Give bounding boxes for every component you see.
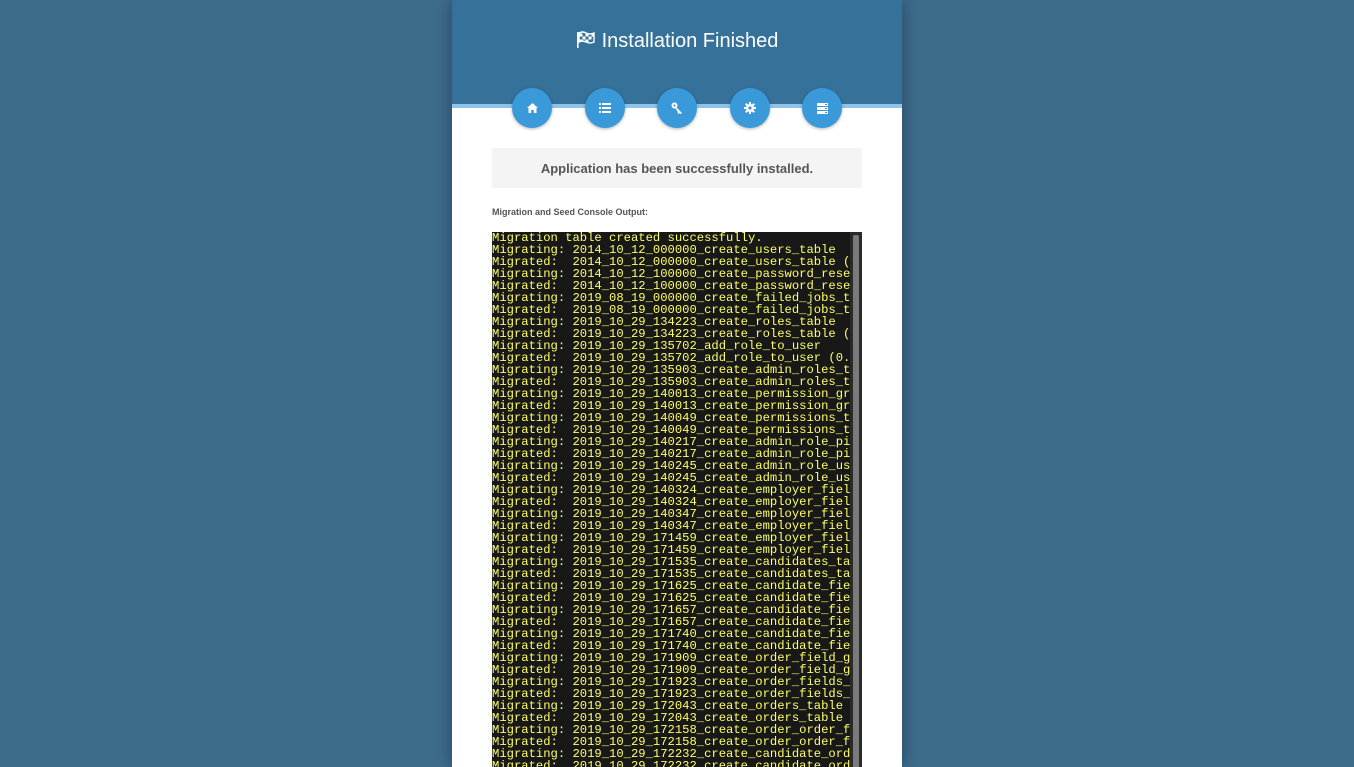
console-output-text: Migration table created successfully. Mig… — [492, 232, 850, 767]
console-line: Migrated: 2019_10_29_135903_create_admin… — [492, 376, 850, 388]
console-line: Migrated: 2014_10_12_100000_create_passw… — [492, 280, 850, 292]
console-line: Migrated: 2019_10_29_140324_create_emplo… — [492, 496, 850, 508]
console-line: Migrated: 2019_10_29_171909_create_order… — [492, 664, 850, 676]
page-title-text: Installation Finished — [601, 30, 779, 52]
page-background: Installation Finished Application has be… — [0, 0, 1354, 767]
console-line: Migrated: 2019_10_29_140347_create_emplo… — [492, 520, 850, 532]
console-line: Migrated: 2019_10_29_135702_add_role_to_… — [492, 352, 850, 364]
main-content: Application has been successfully instal… — [492, 148, 862, 767]
console-line: Migrating: 2019_10_29_140013_create_perm… — [492, 388, 850, 400]
console-line: Migrated: 2019_10_29_172232_create_candi… — [492, 760, 850, 767]
gear-icon — [744, 102, 756, 114]
console-line: Migrating: 2019_10_29_171625_create_cand… — [492, 580, 850, 592]
server-icon — [816, 102, 828, 114]
success-message: Application has been successfully instal… — [540, 160, 814, 176]
console-line: Migrated: 2019_10_29_171625_create_candi… — [492, 592, 850, 604]
console-line: Migrating: 2019_10_29_172158_create_orde… — [492, 724, 850, 736]
installer-card: Installation Finished Application has be… — [452, 0, 902, 767]
console-line: Migrating: 2019_10_29_135903_create_admi… — [492, 364, 850, 376]
console-line: Migrating: 2019_08_19_000000_create_fail… — [492, 292, 850, 304]
console-line: Migrating: 2019_10_29_135702_add_role_to… — [492, 340, 822, 352]
step-welcome-button[interactable] — [512, 88, 552, 128]
page-title: Installation Finished — [452, 28, 902, 56]
key-icon — [671, 102, 682, 114]
list-icon — [599, 103, 611, 113]
console-line: Migrated: 2019_10_29_171459_create_emplo… — [492, 544, 850, 556]
console-line: Migrated: 2019_10_29_172043_create_order… — [492, 712, 850, 724]
console-line: Migrated: 2019_10_29_140013_create_permi… — [492, 400, 850, 412]
installer-steps — [452, 88, 902, 128]
console-line: Migrating: 2014_10_12_000000_create_user… — [492, 244, 836, 256]
console-line: Migrating: 2019_10_29_171459_create_empl… — [492, 532, 850, 544]
success-alert: Application has been successfully instal… — [492, 148, 862, 188]
console-line: Migrating: 2019_10_29_140347_create_empl… — [492, 508, 850, 520]
console-line: Migrating: 2019_10_29_134223_create_role… — [492, 316, 836, 328]
console-line: Migrated: 2019_10_29_171923_create_order… — [492, 688, 850, 700]
console-line: Migrating: 2014_10_12_100000_create_pass… — [492, 268, 850, 280]
console-line: Migrated: 2019_10_29_140049_create_permi… — [492, 424, 850, 436]
console-line: Migrated: 2019_10_29_171657_create_candi… — [492, 616, 850, 628]
console-line: Migrating: 2019_10_29_172043_create_orde… — [492, 700, 844, 712]
step-requirements-button[interactable] — [585, 88, 625, 128]
step-environment-button[interactable] — [730, 88, 770, 128]
console-line: Migrating: 2019_10_29_171535_create_cand… — [492, 556, 850, 568]
console-line: Migrated: 2014_10_12_000000_create_users… — [492, 256, 850, 268]
home-icon — [526, 103, 538, 113]
console-line: Migrating: 2019_10_29_171923_create_orde… — [492, 676, 850, 688]
console-output-label: Migration and Seed Console Output: — [492, 207, 648, 217]
console-line: Migrating: 2019_10_29_171740_create_cand… — [492, 628, 850, 640]
console-line: Migrating: 2019_10_29_140217_create_admi… — [492, 436, 850, 448]
step-permissions-button[interactable] — [657, 88, 697, 128]
console-line: Migrating: 2019_10_29_171657_create_cand… — [492, 604, 850, 616]
console-scrollbar-thumb[interactable] — [853, 235, 859, 767]
console-line: Migrated: 2019_10_29_140217_create_admin… — [492, 448, 850, 460]
console-line: Migrating: 2019_10_29_140245_create_admi… — [492, 460, 850, 472]
console-line: Migrated: 2019_10_29_171535_create_candi… — [492, 568, 850, 580]
console-line: Migrated: 2019_08_19_000000_create_faile… — [492, 304, 850, 316]
console-output[interactable]: Migration table created successfully. Mig… — [492, 232, 862, 767]
console-line: Migration table created successfully. — [492, 232, 763, 244]
console-line: Migrating: 2019_10_29_171909_create_orde… — [492, 652, 850, 664]
step-database-button[interactable] — [802, 88, 842, 128]
console-line: Migrated: 2019_10_29_172158_create_order… — [492, 736, 850, 748]
console-line: Migrated: 2019_10_29_140245_create_admin… — [492, 472, 850, 484]
checkered-flag-icon — [576, 30, 596, 56]
console-line: Migrating: 2019_10_29_140324_create_empl… — [492, 484, 850, 496]
console-line: Migrated: 2019_10_29_171740_create_candi… — [492, 640, 850, 652]
console-line: Migrating: 2019_10_29_172232_create_cand… — [492, 748, 850, 760]
console-scrollbar[interactable] — [850, 232, 862, 767]
console-line: Migrating: 2019_10_29_140049_create_perm… — [492, 412, 850, 424]
console-line: Migrated: 2019_10_29_134223_create_roles… — [492, 328, 850, 340]
